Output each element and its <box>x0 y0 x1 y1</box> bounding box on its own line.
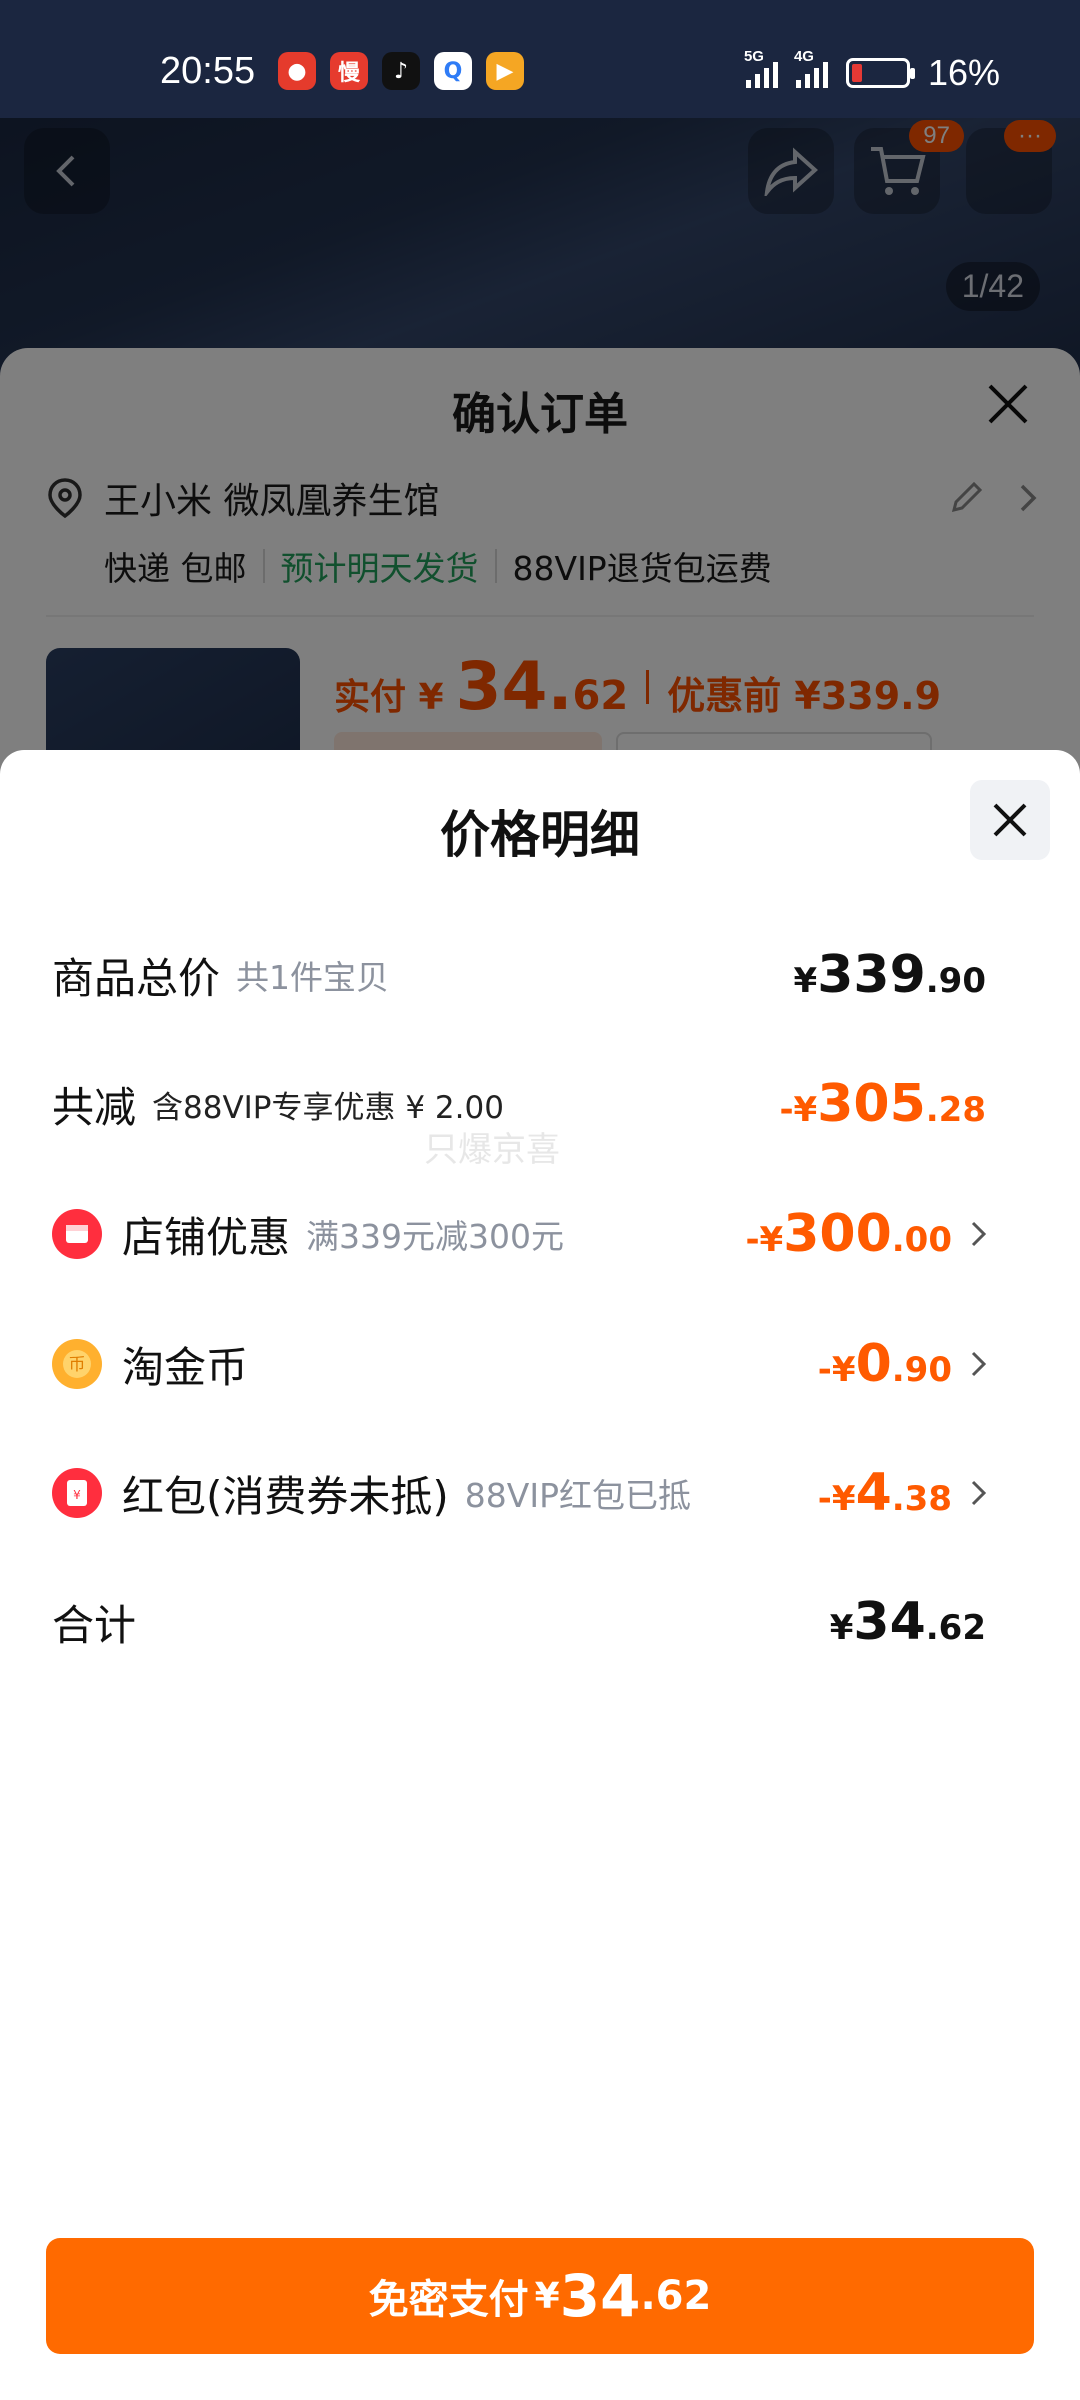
chevron-right-icon <box>971 1480 987 1506</box>
pay-button-currency: ¥ <box>534 2275 560 2317</box>
item-count: 共1件宝贝 <box>236 958 390 997</box>
sum-row: 合计 ¥ 34 .62 <box>52 1582 1028 1662</box>
total-price-label: 商品总价 <box>52 953 221 1003</box>
red-packet-amount: -¥ 4 .38 <box>818 1463 988 1523</box>
store-discount-rule: 满339元减300元 <box>306 1217 564 1256</box>
tiktok-icon: ♪ <box>382 52 420 90</box>
watermark: 只爆京喜 <box>424 1130 560 1170</box>
close-icon <box>993 803 1027 837</box>
pay-button-frac: .62 <box>640 2273 712 2319</box>
total-discount-amount: -¥ 305 .28 <box>779 1074 986 1134</box>
taojinbi-label: 淘金币 <box>122 1342 249 1392</box>
red-packet-row[interactable]: ¥ 红包(消费券未抵) 88VIP红包已抵 -¥ 4 .38 <box>52 1453 1028 1533</box>
taojinbi-row[interactable]: 币 淘金币 -¥ 0 .90 <box>52 1324 1028 1404</box>
status-bar: 20:55 ● 慢 ♪ Q ▶ 5G 4G 16% <box>0 0 1080 118</box>
pay-button-label: 免密支付 <box>368 2277 529 2323</box>
signal-4g-icon: 4G <box>794 48 828 88</box>
taojinbi-amount: -¥ 0 .90 <box>818 1334 988 1394</box>
store-icon <box>52 1209 102 1259</box>
chevron-right-icon <box>971 1221 987 1247</box>
password-free-pay-button[interactable]: 免密支付 ¥ 34 .62 <box>46 2238 1034 2354</box>
svg-text:¥: ¥ <box>73 1488 81 1502</box>
pay-button-int: 34 <box>559 2262 641 2330</box>
red-packet-label: 红包(消费券未抵) <box>122 1471 449 1521</box>
chevron-right-icon <box>971 1351 987 1377</box>
svg-text:币: 币 <box>69 1355 86 1375</box>
notification-apps: ● 慢 ♪ Q ▶ <box>278 52 524 90</box>
sum-amount: ¥ 34 .62 <box>829 1592 986 1652</box>
sum-label: 合计 <box>52 1600 137 1650</box>
status-indicators: 5G 4G 16% <box>744 48 1000 94</box>
app-red-icon: ● <box>278 52 316 90</box>
search-app-icon: Q <box>434 52 472 90</box>
app-man-icon: 慢 <box>330 52 368 90</box>
vip-discount-note: 含88VIP专享优惠 ¥ 2.00 <box>152 1089 504 1126</box>
total-price-amount: ¥ 339 .90 <box>793 945 986 1005</box>
store-discount-amount: -¥ 300 .00 <box>745 1204 988 1264</box>
battery-icon <box>845 58 915 88</box>
price-detail-close-button[interactable] <box>970 780 1050 860</box>
video-app-icon: ▶ <box>486 52 524 90</box>
coin-icon: 币 <box>52 1339 102 1389</box>
red-packet-note: 88VIP红包已抵 <box>464 1476 691 1515</box>
total-price-row: 商品总价 共1件宝贝 ¥ 339 .90 <box>52 935 1028 1015</box>
store-discount-row[interactable]: 店铺优惠 满339元减300元 -¥ 300 .00 <box>52 1194 1028 1274</box>
red-packet-icon: ¥ <box>52 1468 102 1518</box>
store-discount-label: 店铺优惠 <box>122 1212 291 1262</box>
price-detail-title: 价格明细 <box>440 806 640 864</box>
signal-5g-icon: 5G <box>744 48 778 88</box>
total-discount-label: 共减 <box>52 1082 137 1132</box>
status-time: 20:55 <box>160 50 256 92</box>
battery-percent: 16% <box>927 52 1000 93</box>
